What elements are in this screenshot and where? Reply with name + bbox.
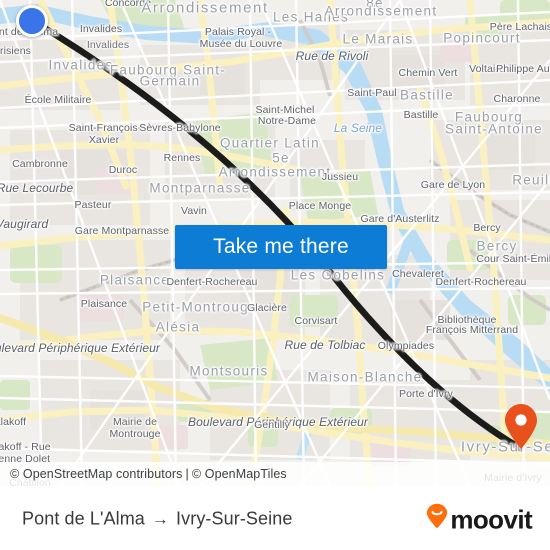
route-origin-label: Pont de L'Alma <box>22 508 145 529</box>
route-arrow-icon: → <box>151 509 170 529</box>
moovit-wordmark: moovit <box>450 504 532 534</box>
origin-dot[interactable] <box>16 5 48 37</box>
openmaptiles-attribution-link[interactable]: © OpenMapTiles <box>192 467 287 481</box>
route-summary: Pont de L'Alma → Ivry-Sur-Seine <box>22 509 292 530</box>
attribution-separator: | <box>185 467 189 481</box>
map-viewport[interactable]: Concorde Arrondissement Les Halles 8e Arrond… <box>0 0 550 486</box>
take-me-there-button[interactable]: Take me there <box>175 225 387 269</box>
moovit-logo[interactable]: moovit <box>426 503 533 535</box>
moovit-route-screenshot: Concorde Arrondissement Les Halles 8e Arrond… <box>0 0 550 550</box>
map-attribution: © OpenStreetMap contributors | © OpenMapTi… <box>0 462 550 486</box>
footer-bar: Pont de L'Alma → Ivry-Sur-Seine moovit <box>0 486 550 550</box>
destination-pin[interactable] <box>504 404 538 450</box>
osm-attribution-link[interactable]: © OpenStreetMap contributors <box>10 467 183 481</box>
route-destination-label: Ivry-Sur-Seine <box>176 508 293 529</box>
moovit-pin-icon <box>426 503 448 535</box>
